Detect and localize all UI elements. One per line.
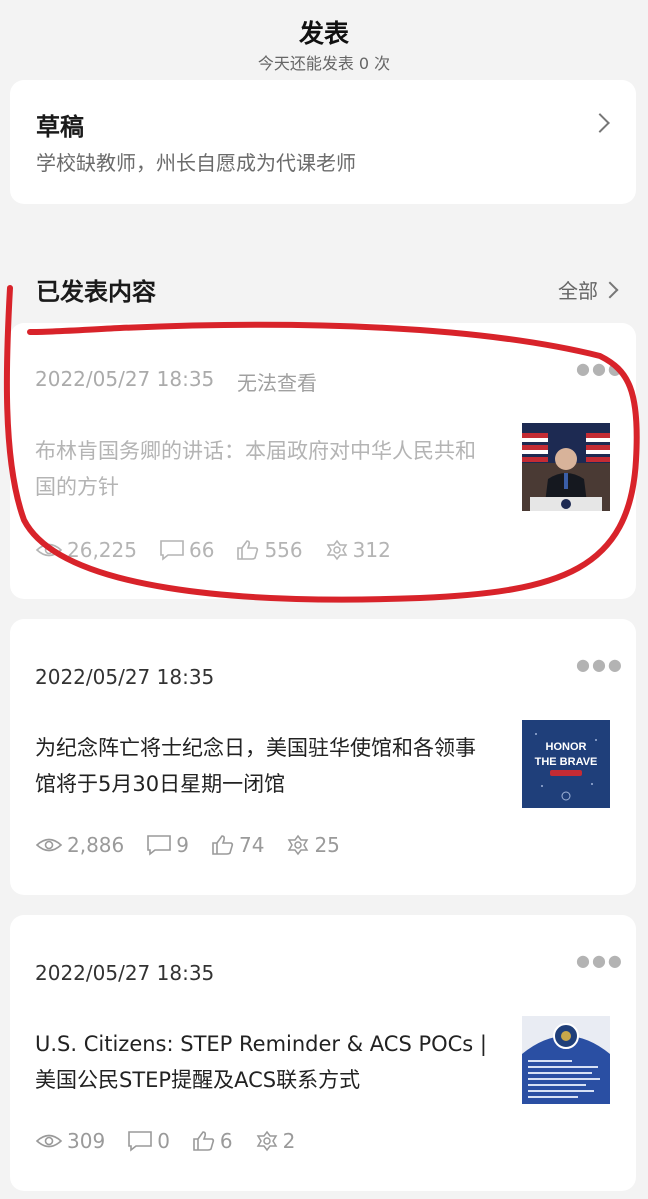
post-title: 布林肯国务卿的讲话：本届政府对中华人民共和国的方针 [35, 439, 476, 499]
views-stat: 309 [35, 1129, 105, 1153]
share-icon [288, 834, 309, 856]
comment-icon [147, 835, 172, 856]
chevron-right-icon[interactable] [601, 281, 619, 299]
views-count: 309 [67, 1129, 106, 1153]
thumbs-up-icon [193, 1131, 215, 1151]
shares-stat: 2 [255, 1129, 296, 1153]
post-title: 为纪念阵亡将士纪念日，美国驻华使馆和各领事馆将于5月30日星期一闭馆 [35, 736, 476, 796]
page-title: 发表 [298, 19, 349, 48]
post-status: 无法查看 [237, 371, 317, 395]
likes-stat: 74 [211, 833, 264, 857]
eye-icon [35, 838, 63, 852]
more-dots-icon[interactable]: ●●● [576, 951, 624, 970]
comments-stat: 9 [146, 833, 189, 857]
likes-stat: 6 [192, 1129, 233, 1153]
post-stats: 309 0 6 2 [35, 1129, 317, 1153]
comments-count: 66 [188, 538, 215, 562]
shares-count: 2 [282, 1129, 296, 1153]
views-count: 2,886 [67, 833, 125, 857]
likes-stat: 556 [236, 538, 303, 562]
post-date: 2022/05/27 18:35 [35, 961, 215, 985]
comment-icon [128, 1131, 152, 1152]
view-all-link[interactable]: 全部 [558, 275, 598, 304]
page-header: 发表 今天还能发表 0 次 [0, 0, 648, 78]
post-thumbnail: HONOR THE BRAVE [522, 720, 610, 808]
more-dots-icon[interactable]: ●●● [576, 359, 624, 378]
likes-count: 556 [264, 538, 303, 562]
draft-title: 草稿 [36, 113, 84, 141]
post-thumbnail [522, 1016, 610, 1104]
draft-text: 学校缺教师，州长自愿成为代课老师 [36, 151, 356, 175]
share-icon [326, 539, 347, 561]
thumbs-up-icon [237, 540, 259, 560]
post-date: 2022/05/27 18:35 [35, 665, 215, 689]
thumb-line-1: HONOR [546, 741, 587, 753]
views-stat: 2,886 [35, 833, 124, 857]
eye-icon [35, 543, 63, 557]
comments-stat: 66 [159, 538, 214, 562]
post-card[interactable]: 2022/05/27 18:35 ●●● U.S. Citizens: STEP… [10, 915, 636, 1191]
shares-stat: 312 [325, 538, 391, 562]
post-stats: 2,886 9 74 25 [35, 833, 362, 857]
post-title: U.S. Citizens: STEP Reminder & ACS POCs … [35, 1032, 487, 1092]
thumbs-up-icon [212, 835, 234, 855]
views-stat: 26,225 [35, 538, 137, 562]
comments-stat: 0 [127, 1129, 170, 1153]
post-card[interactable]: 2022/05/27 18:35 无法查看 ●●● 布林肯国务卿的讲话：本届政府… [10, 323, 636, 599]
shares-stat: 25 [286, 833, 340, 857]
comments-count: 9 [176, 833, 189, 857]
post-stats: 26,225 66 556 312 [35, 538, 413, 562]
views-count: 26,225 [67, 538, 137, 562]
draft-card[interactable]: 草稿 学校缺教师，州长自愿成为代课老师 [10, 80, 636, 204]
comments-count: 0 [157, 1129, 170, 1153]
comment-icon [160, 540, 184, 561]
chevron-right-icon[interactable] [590, 113, 610, 133]
shares-count: 25 [314, 833, 340, 857]
shares-count: 312 [352, 538, 391, 562]
likes-count: 6 [219, 1129, 233, 1153]
post-thumbnail [522, 423, 610, 511]
post-date: 2022/05/27 18:35 [35, 367, 215, 391]
published-section-title: 已发表内容 [36, 278, 156, 306]
eye-icon [35, 1134, 63, 1148]
likes-count: 74 [239, 833, 265, 857]
publish-quota-text: 今天还能发表 0 次 [257, 54, 391, 73]
share-icon [256, 1130, 277, 1152]
post-card[interactable]: 2022/05/27 18:35 ●●● 为纪念阵亡将士纪念日，美国驻华使馆和各… [10, 619, 636, 895]
more-dots-icon[interactable]: ●●● [576, 655, 624, 674]
thumb-line-2: THE BRAVE [535, 756, 598, 768]
